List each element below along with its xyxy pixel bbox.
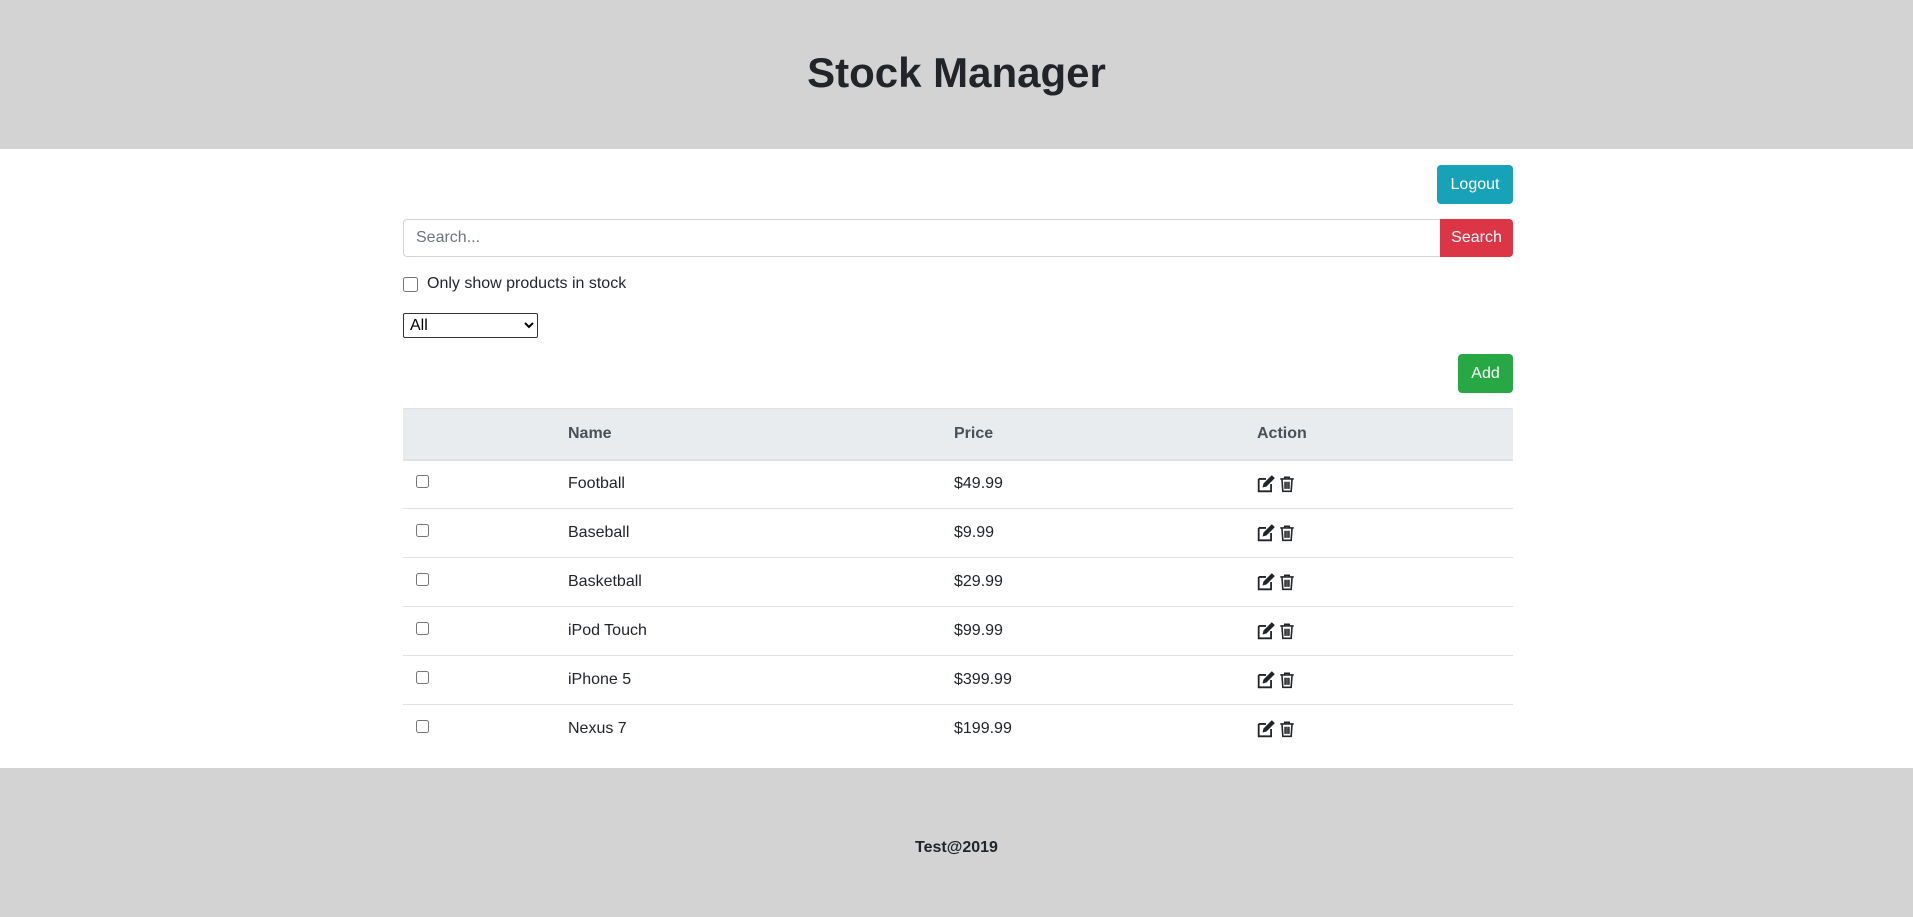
add-button[interactable]: Add: [1458, 354, 1513, 393]
trash-icon[interactable]: [1278, 573, 1296, 591]
main-content: Logout Search Only show products in stoc…: [0, 149, 1913, 768]
row-checkbox[interactable]: [416, 475, 429, 489]
row-actions: [1257, 606, 1513, 656]
row-select-cell: [403, 459, 568, 509]
product-name: iPod Touch: [568, 606, 954, 656]
search-input[interactable]: [403, 219, 1440, 257]
trash-icon[interactable]: [1278, 622, 1296, 640]
edit-icon[interactable]: [1257, 524, 1275, 542]
row-select-cell: [403, 508, 568, 558]
page-header: Stock Manager: [0, 0, 1913, 149]
search-button[interactable]: Search: [1440, 219, 1513, 257]
row-actions: [1257, 508, 1513, 558]
in-stock-filter[interactable]: Only show products in stock: [403, 273, 626, 295]
edit-icon[interactable]: [1257, 720, 1275, 738]
category-select[interactable]: All: [403, 313, 538, 338]
table-header-row: Name Price Action: [403, 408, 1513, 461]
table-row: Baseball $9.99: [403, 508, 1513, 558]
trash-icon[interactable]: [1278, 524, 1296, 542]
row-select-cell: [403, 705, 568, 754]
row-checkbox[interactable]: [416, 720, 429, 734]
page-footer: Test@2019: [0, 768, 1913, 917]
column-header-action: Action: [1257, 408, 1513, 461]
column-header-name: Name: [568, 408, 954, 461]
product-price: $99.99: [954, 606, 1257, 656]
table-row: Football $49.99: [403, 459, 1513, 509]
row-actions: [1257, 459, 1513, 509]
row-select-cell: [403, 655, 568, 705]
column-header-price: Price: [954, 408, 1257, 461]
row-checkbox[interactable]: [416, 524, 429, 537]
row-checkbox[interactable]: [416, 573, 429, 586]
row-select-cell: [403, 606, 568, 656]
products-table: Name Price Action Football $49.99 Baseba…: [403, 408, 1513, 754]
in-stock-checkbox[interactable]: [403, 276, 418, 292]
product-price: $49.99: [954, 459, 1257, 509]
in-stock-label: Only show products in stock: [427, 275, 627, 292]
row-checkbox[interactable]: [416, 671, 429, 684]
edit-icon[interactable]: [1257, 622, 1275, 640]
product-price: $9.99: [954, 508, 1257, 558]
edit-icon[interactable]: [1257, 671, 1275, 689]
page-title: Stock Manager: [807, 48, 1106, 96]
table-row: iPod Touch $99.99: [403, 606, 1513, 656]
product-name: Nexus 7: [568, 720, 627, 738]
product-name: Football: [568, 459, 954, 509]
table-body: Football $49.99 Baseball $9.99 Basketbal…: [403, 459, 1513, 754]
product-price: $399.99: [954, 655, 1257, 705]
trash-icon[interactable]: [1278, 475, 1296, 493]
logout-button[interactable]: Logout: [1437, 165, 1513, 204]
product-name: Baseball: [568, 508, 954, 558]
edit-icon[interactable]: [1257, 573, 1275, 591]
product-name: Basketball: [568, 557, 954, 607]
table-row: Basketball $29.99: [403, 557, 1513, 607]
trash-icon[interactable]: [1278, 671, 1296, 689]
row-checkbox[interactable]: [416, 622, 429, 635]
product-price: $199.99: [954, 720, 1012, 738]
table-row: iPhone 5 $399.99: [403, 655, 1513, 705]
row-actions: [1257, 705, 1513, 754]
search-bar: Search: [403, 219, 1513, 257]
product-name: iPhone 5: [568, 655, 954, 705]
footer-text: Test@2019: [915, 838, 998, 856]
column-header-select: [403, 408, 568, 461]
row-select-cell: [403, 557, 568, 607]
row-actions: [1257, 557, 1513, 607]
trash-icon[interactable]: [1278, 720, 1296, 738]
row-actions: [1257, 655, 1513, 705]
product-price: $29.99: [954, 557, 1257, 607]
edit-icon[interactable]: [1257, 475, 1275, 493]
table-row: Nexus 7 $199.99: [403, 705, 1513, 754]
